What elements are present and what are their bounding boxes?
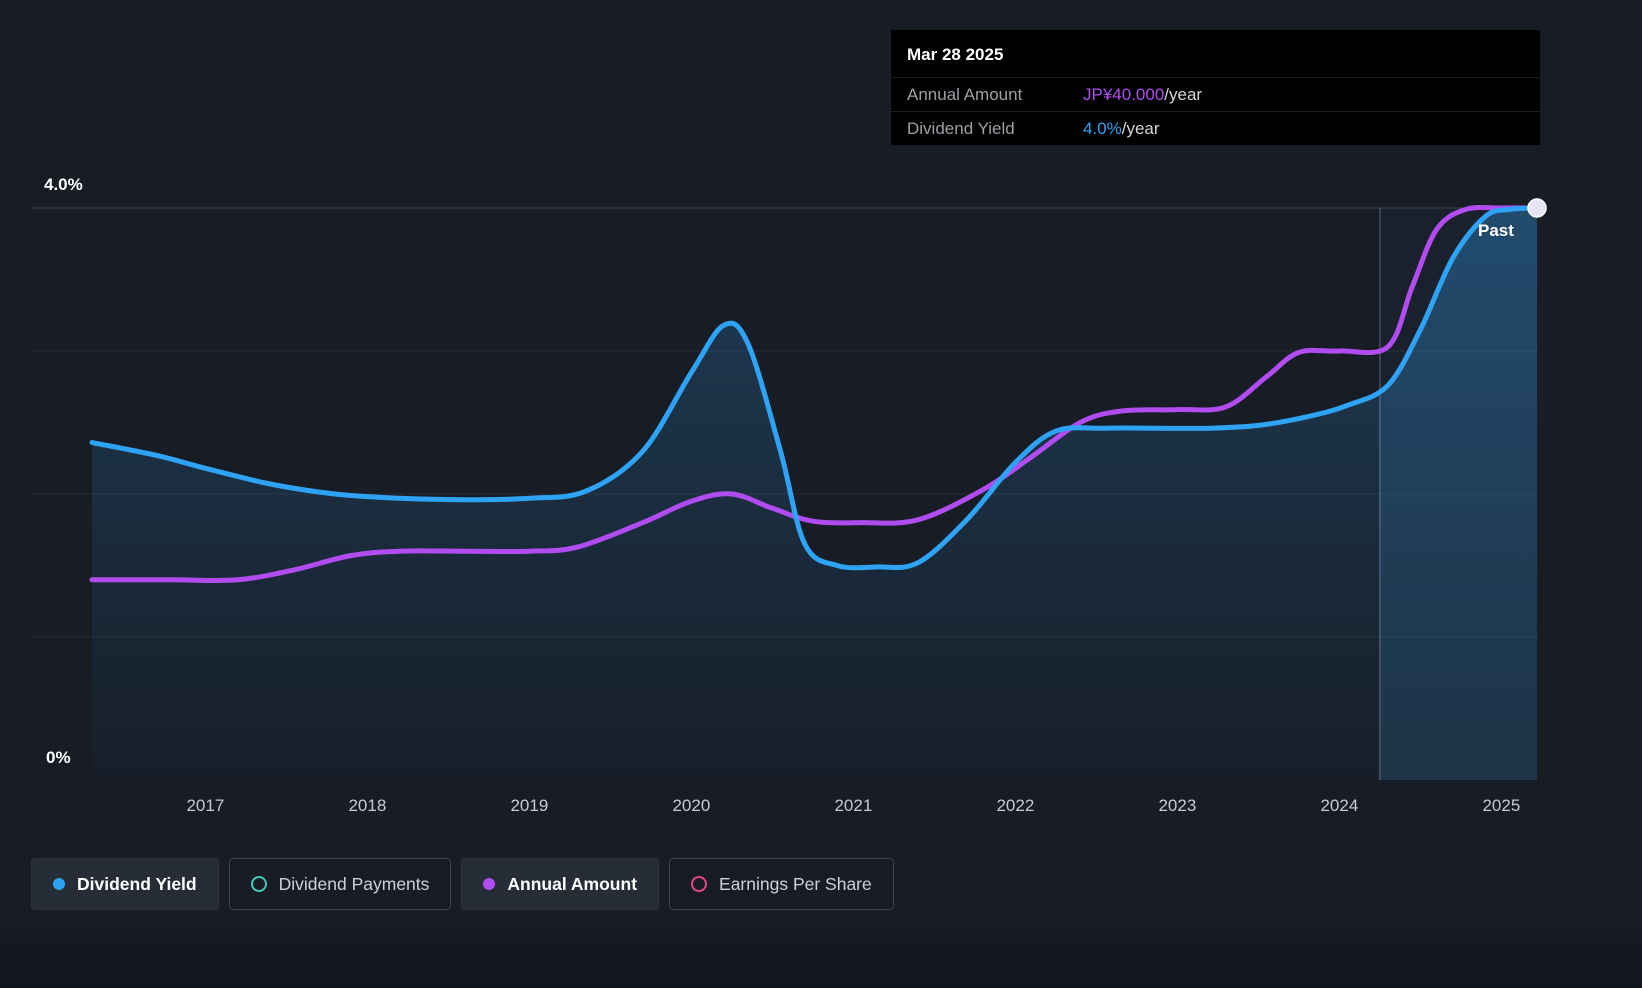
- legend-label: Dividend Payments: [279, 874, 430, 895]
- tooltip-label: Dividend Yield: [907, 119, 1083, 139]
- legend-label: Earnings Per Share: [719, 874, 872, 895]
- x-tick-label-2021: 2021: [834, 796, 872, 816]
- earnings-per-share-marker-icon: [691, 876, 707, 892]
- dividend-yield-marker-icon: [53, 878, 65, 890]
- legend-earnings-per-share[interactable]: Earnings Per Share: [669, 858, 894, 910]
- x-tick-label-2024: 2024: [1320, 796, 1358, 816]
- dividend-history-chart: 4.0% 0% 2017 2018 2019 2020 2021 2022 2023 2024…: [0, 0, 1642, 988]
- tooltip-row-dividend-yield: Dividend Yield 4.0%/year: [891, 111, 1540, 145]
- x-tick-label-2017: 2017: [186, 796, 224, 816]
- tooltip: Mar 28 2025 Annual Amount JP¥40.000/year…: [891, 30, 1540, 145]
- tooltip-value: 4.0%: [1083, 119, 1122, 139]
- legend-label: Annual Amount: [507, 874, 637, 895]
- tooltip-suffix: /year: [1164, 85, 1202, 105]
- x-axis: 2017 2018 2019 2020 2021 2022 2023 2024 2025: [0, 796, 1642, 820]
- tooltip-value: JP¥40.000: [1083, 85, 1164, 105]
- end-marker-dot: [1528, 199, 1546, 217]
- dividend-payments-marker-icon: [251, 876, 267, 892]
- past-label: Past: [1478, 221, 1514, 241]
- x-tick-label-2022: 2022: [996, 796, 1034, 816]
- legend-annual-amount[interactable]: Annual Amount: [461, 858, 659, 910]
- annual-amount-marker-icon: [483, 878, 495, 890]
- tooltip-label: Annual Amount: [907, 85, 1083, 105]
- tooltip-suffix: /year: [1122, 119, 1160, 139]
- x-tick-label-2018: 2018: [348, 796, 386, 816]
- chart-plot-area[interactable]: [0, 0, 1642, 988]
- x-tick-label-2023: 2023: [1158, 796, 1196, 816]
- legend-dividend-yield[interactable]: Dividend Yield: [31, 858, 219, 910]
- x-tick-label-2019: 2019: [510, 796, 548, 816]
- x-tick-label-2020: 2020: [672, 796, 710, 816]
- y-axis-bottom-label: 0%: [46, 748, 71, 768]
- tooltip-row-annual-amount: Annual Amount JP¥40.000/year: [891, 77, 1540, 111]
- chart-legend: Dividend Yield Dividend Payments Annual Am…: [31, 858, 894, 910]
- x-tick-label-2025: 2025: [1482, 796, 1520, 816]
- legend-label: Dividend Yield: [77, 874, 197, 895]
- tooltip-date: Mar 28 2025: [891, 30, 1540, 77]
- legend-dividend-payments[interactable]: Dividend Payments: [229, 858, 452, 910]
- y-axis-top-label: 4.0%: [44, 175, 83, 195]
